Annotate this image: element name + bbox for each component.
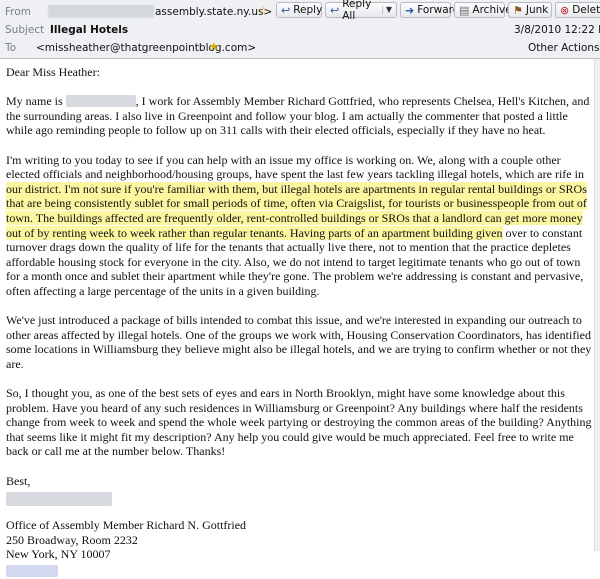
sender-address[interactable]: assembly.state.ny.us> bbox=[155, 6, 272, 18]
reply-all-icon: ↩ bbox=[330, 3, 340, 17]
star-icon[interactable]: ★ bbox=[209, 40, 219, 53]
subject-value: Illegal Hotels bbox=[50, 24, 129, 36]
signature-office: Office of Assembly Member Richard N. Got… bbox=[6, 518, 247, 533]
junk-icon: ⚑ bbox=[513, 3, 523, 17]
signature-phone-redacted bbox=[6, 564, 594, 579]
archive-icon: ▤ bbox=[459, 3, 470, 17]
signature-name-redacted bbox=[6, 492, 594, 518]
star-icon[interactable]: ☆ bbox=[258, 4, 268, 17]
closing: Best, bbox=[6, 473, 31, 488]
to-label: To bbox=[5, 42, 17, 54]
signature-city: New York, NY 10007 bbox=[6, 547, 111, 562]
paragraph-illegal-hotels: I'm writing to you today to see if you c… bbox=[6, 152, 587, 298]
sender-name-redacted bbox=[48, 5, 154, 18]
reply-icon: ↩ bbox=[281, 3, 291, 17]
forward-button[interactable]: ➜ Forward bbox=[400, 2, 459, 18]
delete-icon: ⊗ bbox=[560, 3, 570, 17]
reply-all-button[interactable]: ↩ Reply All ▼ bbox=[325, 0, 397, 22]
recipient-address[interactable]: <missheather@thatgreenpointblog.com> bbox=[36, 42, 256, 54]
delete-button[interactable]: ⊗ Delete bbox=[555, 2, 600, 18]
chevron-down-icon[interactable]: ▼ bbox=[381, 6, 392, 14]
subject-label: Subject bbox=[5, 24, 45, 36]
other-actions-button[interactable]: Other Actions ▼ bbox=[528, 42, 600, 54]
greeting: Dear Miss Heather: bbox=[6, 65, 100, 79]
junk-button[interactable]: ⚑ Junk bbox=[508, 2, 552, 18]
message-header: From assembly.state.ny.us> ☆ ↩ Reply ↩ R… bbox=[0, 0, 600, 59]
forward-icon: ➜ bbox=[405, 3, 415, 17]
archive-button[interactable]: ▤ Archive bbox=[454, 2, 512, 18]
message-date: 3/8/2010 12:22 PM bbox=[514, 24, 600, 36]
from-label: From bbox=[5, 6, 32, 18]
message-body: Dear Miss Heather: My name is , I work f… bbox=[0, 59, 600, 577]
signature-street: 250 Broadway, Room 2232 bbox=[6, 532, 138, 547]
paragraph-bills: We've just introduced a package of bills… bbox=[6, 313, 592, 371]
highlighted-text: our district. I'm not sure if you're fam… bbox=[6, 181, 587, 240]
writer-name-redacted bbox=[65, 95, 136, 108]
scrollbar[interactable] bbox=[594, 59, 600, 551]
paragraph-intro: My name is , I work for Assembly Member … bbox=[6, 94, 590, 138]
paragraph-request: So, I thought you, as one of the best se… bbox=[6, 386, 592, 459]
reply-button[interactable]: ↩ Reply bbox=[276, 2, 322, 18]
